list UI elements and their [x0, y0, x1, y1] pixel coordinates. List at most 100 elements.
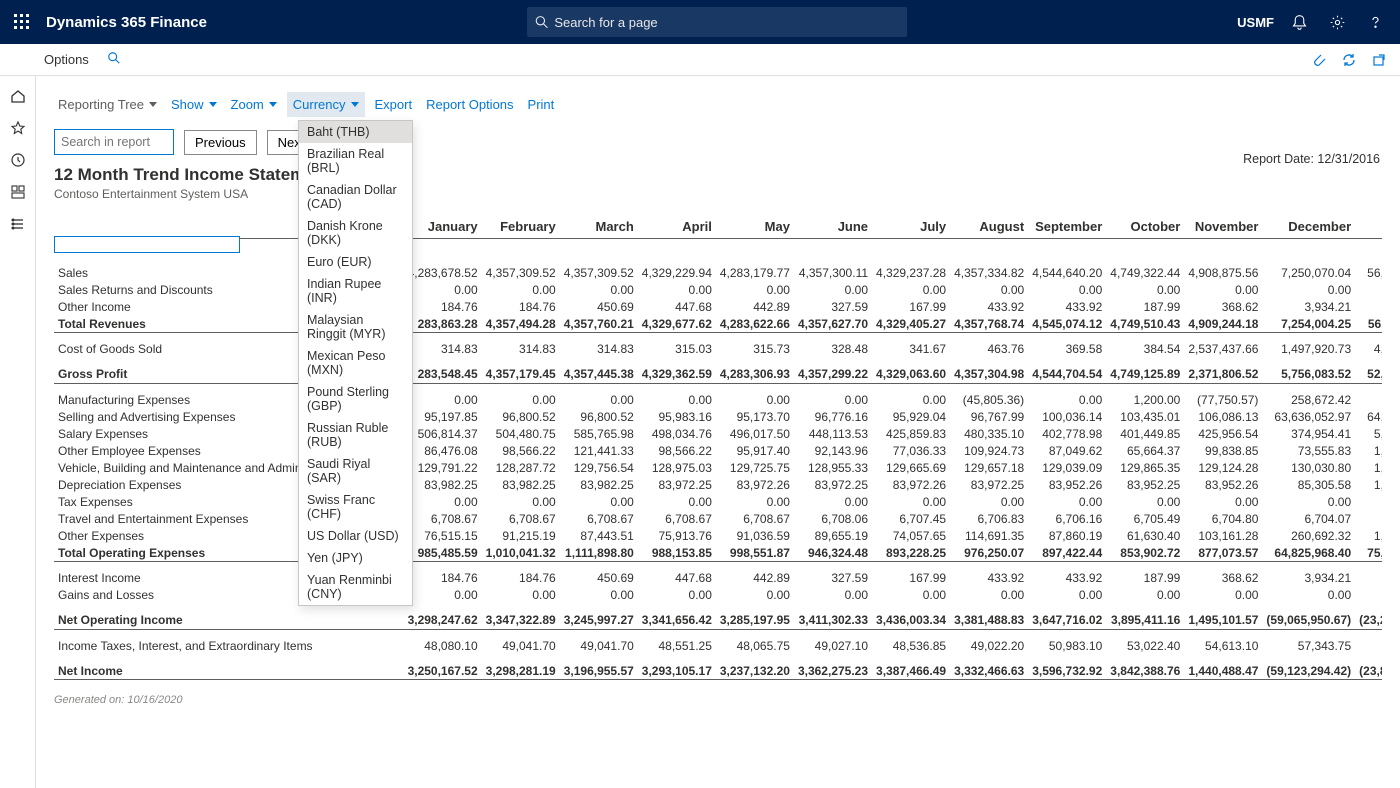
currency-option[interactable]: Swiss Franc (CHF)	[299, 489, 412, 525]
currency-option[interactable]: US Dollar (USD)	[299, 525, 412, 547]
cell-value: 314.83	[404, 341, 482, 358]
cell-value: (23,280,505.27)	[1355, 612, 1382, 630]
cell-value: 1,010,041.32	[482, 544, 560, 562]
help-icon[interactable]	[1356, 0, 1394, 44]
report-date: Report Date: 12/31/2016	[1243, 152, 1380, 166]
page-search-icon[interactable]	[107, 51, 121, 68]
export-button[interactable]: Export	[371, 94, 417, 115]
cell-value: 4,357,299.22	[794, 366, 872, 384]
popout-icon[interactable]	[1364, 45, 1394, 75]
report-search-input[interactable]	[54, 129, 174, 155]
currency-option[interactable]: Malaysian Ringgit (MYR)	[299, 309, 412, 345]
currency-option[interactable]: Yen (JPY)	[299, 547, 412, 569]
row-label: Net Operating Income	[54, 612, 404, 630]
cell-value: 99,838.85	[1184, 442, 1262, 459]
cell-value: 96,800.52	[482, 408, 560, 425]
cell-value: 48,065.75	[716, 637, 794, 654]
favorites-icon[interactable]	[0, 112, 36, 144]
currency-option[interactable]: Brazilian Real (BRL)	[299, 143, 412, 179]
currency-option[interactable]: Indian Rupee (INR)	[299, 273, 412, 309]
home-icon[interactable]	[0, 80, 36, 112]
cell-value: 61,630.40	[1106, 527, 1184, 544]
cell-value: 0.00	[404, 281, 482, 298]
global-search-input[interactable]	[554, 15, 899, 30]
currency-option[interactable]: Pound Sterling (GBP)	[299, 381, 412, 417]
column-header: November	[1184, 215, 1262, 239]
cell-value: 95,929.04	[872, 408, 950, 425]
cell-value: 0.00	[482, 391, 560, 408]
currency-option[interactable]: Euro (EUR)	[299, 251, 412, 273]
cell-value: 2,537,437.66	[1184, 341, 1262, 358]
cell-value: 1,552,873.98	[1355, 459, 1382, 476]
cell-value: 327.59	[794, 570, 872, 587]
cell-selection[interactable]	[54, 236, 240, 253]
reporting-tree-dropdown[interactable]: Reporting Tree	[54, 94, 161, 115]
cell-value: 976,250.07	[950, 544, 1028, 562]
table-row: Salary Expenses506,814.37504,480.75585,7…	[54, 425, 1382, 442]
currency-option[interactable]: Mexican Peso (MXN)	[299, 345, 412, 381]
cell-value: 57,343.75	[1262, 637, 1355, 654]
currency-dropdown[interactable]: Currency	[287, 92, 365, 117]
currency-option[interactable]: Russian Ruble (RUB)	[299, 417, 412, 453]
cell-value: 4,749,510.43	[1106, 315, 1184, 333]
refresh-icon[interactable]	[1334, 45, 1364, 75]
cell-value: 1,200.00	[1106, 391, 1184, 408]
table-row: Gains and Losses0.000.000.000.000.000.00…	[54, 587, 1382, 604]
cell-value: 1,495,101.57	[1184, 612, 1262, 630]
cell-value: 328.48	[794, 341, 872, 358]
cell-value: 184.76	[482, 570, 560, 587]
currency-option[interactable]: Baht (THB)	[299, 121, 412, 143]
cell-value: 6,708.67	[638, 510, 716, 527]
cell-value: 0.00	[1106, 281, 1184, 298]
column-header: October	[1106, 215, 1184, 239]
cell-value: 0.00	[716, 587, 794, 604]
report-options-button[interactable]: Report Options	[422, 94, 517, 115]
table-row: Travel and Entertainment Expenses6,708.6…	[54, 510, 1382, 527]
cell-value: 1,111,898.80	[560, 544, 638, 562]
zoom-dropdown[interactable]: Zoom	[227, 94, 281, 115]
cell-value: 6,704.07	[1262, 510, 1355, 527]
cell-value: 83,982.25	[404, 476, 482, 493]
cell-value: 6,708.67	[560, 510, 638, 527]
options-tab[interactable]: Options	[44, 52, 89, 67]
environment-label[interactable]: USMF	[1237, 15, 1274, 30]
cell-value: 95,983.16	[638, 408, 716, 425]
cell-value: 3,381,488.83	[950, 612, 1028, 630]
cell-value: 0.00	[794, 493, 872, 510]
currency-option[interactable]: Yuan Renminbi (CNY)	[299, 569, 412, 605]
table-row: Net Income3,250,167.523,298,281.193,196,…	[54, 662, 1382, 680]
cell-value: 0.00	[560, 391, 638, 408]
app-title: Dynamics 365 Finance	[46, 14, 207, 31]
recent-icon[interactable]	[0, 144, 36, 176]
cell-value: 1,497,920.73	[1262, 341, 1355, 358]
cell-value: 1,213,872.58	[1355, 527, 1382, 544]
currency-option[interactable]: Saudi Riyal (SAR)	[299, 453, 412, 489]
currency-option[interactable]: Canadian Dollar (CAD)	[299, 179, 412, 215]
settings-icon[interactable]	[1318, 0, 1356, 44]
cell-value: 128,955.33	[794, 459, 872, 476]
cell-value: 4,329,237.28	[872, 264, 950, 281]
report-subtitle: Contoso Entertainment System USA	[54, 187, 1382, 201]
global-search[interactable]	[527, 7, 907, 37]
app-launcher-icon[interactable]	[0, 0, 44, 44]
workspace-icon[interactable]	[0, 176, 36, 208]
attach-icon[interactable]	[1304, 45, 1334, 75]
cell-value: 401,449.85	[1106, 425, 1184, 442]
cell-value: 83,972.25	[950, 476, 1028, 493]
cell-value: 433.92	[1028, 298, 1106, 315]
cell-value: 0.00	[1262, 493, 1355, 510]
print-button[interactable]: Print	[524, 94, 559, 115]
cell-value: 187.99	[1106, 298, 1184, 315]
table-row: Sales4,283,678.524,357,309.524,357,309.5…	[54, 264, 1382, 281]
cell-value: 498,034.76	[638, 425, 716, 442]
notifications-icon[interactable]	[1280, 0, 1318, 44]
show-dropdown[interactable]: Show	[167, 94, 221, 115]
cell-value: 448,113.53	[794, 425, 872, 442]
modules-icon[interactable]	[0, 208, 36, 240]
cell-value: 187.99	[1106, 570, 1184, 587]
currency-option[interactable]: Danish Krone (DKK)	[299, 215, 412, 251]
cell-value: 0.00	[872, 281, 950, 298]
cell-value: 103,435.01	[1106, 408, 1184, 425]
cell-value: 4,357,494.28	[482, 315, 560, 333]
previous-button[interactable]: Previous	[184, 130, 257, 155]
